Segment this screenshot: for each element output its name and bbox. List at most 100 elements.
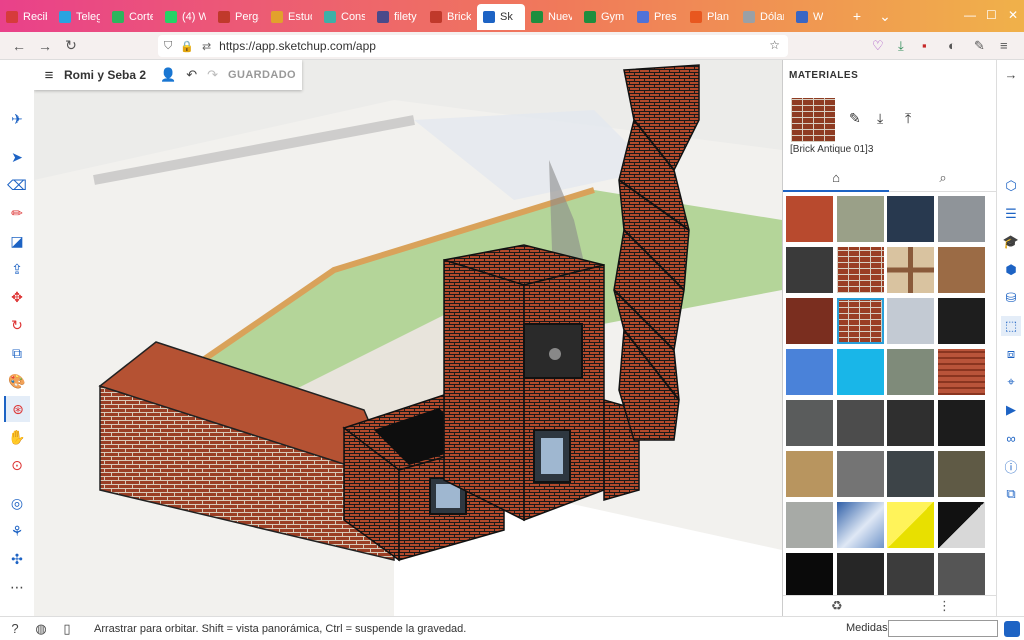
material-swatch[interactable] [887, 196, 934, 242]
eraser-tool-icon[interactable]: ⌫ [4, 172, 30, 198]
material-swatch[interactable] [836, 400, 884, 446]
maximize-window-button[interactable]: ☐ [986, 8, 997, 22]
scale-tool-icon[interactable]: ⧉ [4, 340, 30, 366]
material-swatch[interactable] [836, 349, 884, 395]
edit-material-icon[interactable]: ✎ [849, 110, 861, 127]
styles-icon[interactable]: ⧈ [1001, 344, 1021, 364]
extension-icon[interactable]: ▪ [922, 38, 927, 53]
browser-tab[interactable]: W [790, 4, 843, 30]
material-swatch[interactable] [786, 349, 833, 395]
material-swatch[interactable] [836, 502, 884, 548]
browser-tab[interactable]: Brick [424, 4, 477, 30]
tape-measure-tool-icon[interactable]: ◎ [4, 490, 30, 516]
forward-button[interactable]: → [32, 38, 58, 54]
browser-tab[interactable]: filety [371, 4, 424, 30]
material-swatch[interactable] [887, 349, 934, 395]
menu-icon[interactable]: ≡ [1000, 38, 1008, 53]
instructor-icon[interactable]: ☰ [1001, 204, 1021, 224]
back-button[interactable]: ← [6, 38, 32, 54]
material-swatch[interactable] [786, 400, 833, 446]
browser-tab[interactable]: Cons [318, 4, 371, 30]
3d-viewport[interactable]: ≡ Romi y Seba 2 👤 ↶ ↷ GUARDADO [34, 60, 782, 616]
redo-icon[interactable]: ↷ [207, 67, 218, 83]
material-swatch[interactable] [887, 502, 934, 548]
browser-tab[interactable]: Pergam [212, 4, 265, 30]
new-tab-button[interactable]: + [843, 8, 871, 24]
browser-tab[interactable]: Pres [631, 4, 684, 30]
undo-icon[interactable]: ↶ [186, 67, 197, 83]
display-glasses-icon[interactable]: ∞ [1001, 428, 1021, 448]
browser-tab[interactable]: Gym [578, 4, 631, 30]
material-swatch[interactable] [937, 553, 985, 596]
material-swatch[interactable] [937, 298, 985, 344]
minimize-window-button[interactable]: — [964, 8, 976, 22]
protractor-tool-icon[interactable]: ⚘ [4, 518, 30, 544]
orbit-tool-icon[interactable]: ⊛ [4, 396, 30, 422]
search-tool-icon[interactable]: ✈ [4, 106, 30, 132]
measurements-input[interactable] [888, 620, 998, 637]
move-tool-icon[interactable]: ✥ [4, 284, 30, 310]
pocket-icon[interactable]: ♡ [872, 38, 884, 54]
tags-icon[interactable]: ⌖ [1001, 372, 1021, 392]
browser-tab[interactable]: Recib [0, 4, 53, 30]
material-swatch[interactable] [937, 196, 985, 242]
material-swatch[interactable] [937, 400, 985, 446]
material-swatch[interactable] [786, 298, 833, 344]
materials-cube-icon[interactable]: ⬚ [1001, 316, 1021, 336]
material-swatch[interactable] [836, 451, 884, 497]
axes-tool-icon[interactable]: ✣ [4, 546, 30, 572]
outliner-icon[interactable]: ⛁ [1001, 288, 1021, 308]
select-tool-icon[interactable]: ➤ [4, 144, 30, 170]
download-icon[interactable]: ⤓ [898, 38, 904, 54]
project-name[interactable]: Romi y Seba 2 [64, 68, 146, 82]
pan-tool-icon[interactable]: ✋ [4, 424, 30, 450]
rectangle-tool-icon[interactable]: ◪ [4, 228, 30, 254]
entity-info-icon[interactable]: ⬡ [1001, 176, 1021, 196]
language-globe-icon[interactable]: ◍ [30, 621, 52, 637]
learning-cap-icon[interactable]: 🎓 [1001, 232, 1021, 252]
close-window-button[interactable]: ✕ [1008, 8, 1018, 22]
material-swatch[interactable] [836, 298, 884, 344]
browser-tab[interactable]: Sk [477, 4, 525, 30]
material-swatch[interactable] [937, 247, 985, 293]
reload-button[interactable]: ↻ [58, 37, 84, 54]
hamburger-menu-icon[interactable]: ≡ [34, 67, 64, 84]
material-swatch[interactable] [887, 298, 934, 344]
material-swatch[interactable] [836, 247, 884, 293]
help-icon[interactable]: ? [4, 621, 26, 636]
browser-tab[interactable]: Dólar [737, 4, 790, 30]
browser-tab[interactable]: (4) W [159, 4, 212, 30]
browser-tab[interactable]: Estud [265, 4, 318, 30]
extensions-icon[interactable]: ⧉ [1001, 484, 1021, 504]
material-swatch[interactable] [937, 349, 985, 395]
scenes-icon[interactable]: ▶ [1001, 400, 1021, 420]
info-icon[interactable]: ⓘ [1001, 456, 1021, 476]
material-swatch[interactable] [887, 451, 934, 497]
material-swatch[interactable] [786, 247, 833, 293]
browser-tab[interactable]: Nuev [525, 4, 578, 30]
material-swatch[interactable] [937, 451, 985, 497]
push-pull-tool-icon[interactable]: ⇪ [4, 256, 30, 282]
current-material-thumbnail[interactable] [791, 98, 835, 142]
material-swatch[interactable] [836, 196, 884, 242]
material-swatch[interactable] [786, 451, 833, 497]
browser-tab[interactable]: Plan [684, 4, 737, 30]
import-material-icon[interactable]: ⤓ [877, 110, 883, 127]
material-swatch[interactable] [887, 553, 934, 596]
browser-tab[interactable]: Telegram [53, 4, 106, 30]
extension-icon[interactable]: ✎ [974, 38, 985, 54]
tab-in-model-home-icon[interactable]: ⌂ [783, 164, 889, 192]
bookmark-star-icon[interactable]: ☆ [769, 38, 780, 52]
material-swatch[interactable] [887, 400, 934, 446]
more-options-icon[interactable]: ⋮ [938, 598, 951, 614]
material-swatch[interactable] [786, 502, 833, 548]
material-swatch[interactable] [786, 553, 833, 596]
list-tabs-button[interactable]: ⌄ [871, 8, 899, 25]
add-collaborator-icon[interactable]: 👤 [160, 67, 176, 83]
components-icon[interactable]: ⬢ [1001, 260, 1021, 280]
paint-bucket-tool-icon[interactable]: 🎨 [4, 368, 30, 394]
extension-icon[interactable]: ◐ [948, 38, 956, 53]
material-swatch[interactable] [836, 553, 884, 596]
material-swatch[interactable] [937, 502, 985, 548]
more-tools-icon[interactable]: ⋯ [4, 574, 30, 600]
